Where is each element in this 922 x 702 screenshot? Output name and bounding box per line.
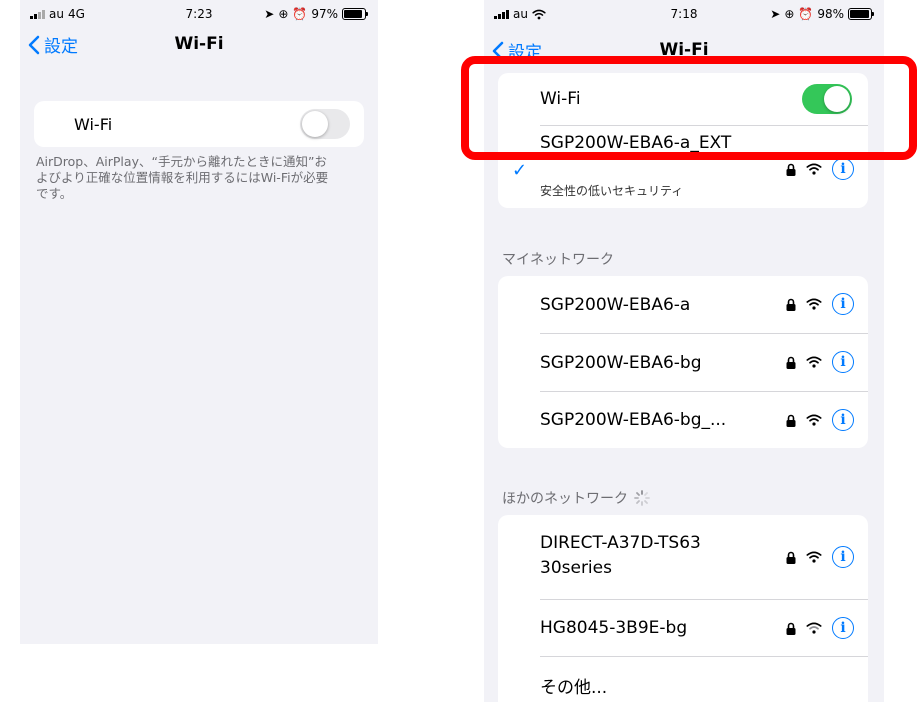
wifi-settings-screen-off: au 4G 7:23 ➤ ⊕ ⏰ 97% 設定 Wi-Fi Wi-Fi AirD… xyxy=(20,0,378,644)
toggle-knob xyxy=(824,86,850,112)
wifi-toggle-row: Wi-Fi xyxy=(34,101,364,147)
status-bar: au 7:18 ➤ ⊕ ⏰ 98% xyxy=(484,0,884,28)
spinner-icon xyxy=(634,490,650,506)
connected-security-note: 安全性の低いセキュリティ xyxy=(540,184,684,198)
battery-fill xyxy=(850,10,869,18)
orientation-lock-icon: ⊕ xyxy=(784,7,795,21)
other-network-row[interactable]: その他... xyxy=(498,657,868,702)
location-icon: ➤ xyxy=(770,7,781,21)
my-networks-card: SGP200W-EBA6-a i SGP200W-EBA6-bg i SGP20… xyxy=(498,276,868,448)
network-icons: i xyxy=(786,617,854,639)
wifi-toggle-card: Wi-Fi xyxy=(34,101,364,147)
info-icon[interactable]: i xyxy=(832,617,854,639)
my-networks-header: マイネットワーク xyxy=(502,252,614,268)
lock-icon xyxy=(786,298,796,311)
wifi-main-card: Wi-Fi ✓ SGP200W-EBA6-a_EXT 安全性の低いセキュリティ … xyxy=(498,73,868,208)
orientation-lock-icon: ⊕ xyxy=(278,7,289,21)
location-icon: ➤ xyxy=(264,7,275,21)
wifi-label: Wi-Fi xyxy=(540,89,581,109)
page-title: Wi-Fi xyxy=(659,40,709,58)
checkmark-icon: ✓ xyxy=(512,160,528,181)
network-row[interactable]: SGP200W-EBA6-a i xyxy=(498,276,868,333)
lock-icon xyxy=(786,551,796,564)
other-networks-header: ほかのネットワーク xyxy=(502,488,650,508)
other-networks-header-label: ほかのネットワーク xyxy=(502,491,628,507)
network-icons: i xyxy=(786,158,854,180)
network-name: DIRECT-A37D-TS6330series xyxy=(540,533,701,578)
wifi-icon xyxy=(806,622,822,634)
network-name: HG8045-3B9E-bg xyxy=(540,618,688,638)
wifi-label: Wi-Fi xyxy=(74,114,113,134)
network-name: SGP200W-EBA6-a xyxy=(540,294,691,315)
info-icon[interactable]: i xyxy=(832,409,854,431)
network-name: SGP200W-EBA6-bg xyxy=(540,352,702,373)
wifi-settings-screen-on: au 7:18 ➤ ⊕ ⏰ 98% 設定 Wi-Fi Wi-Fi ✓ SGP20… xyxy=(484,0,884,702)
network-icons: i xyxy=(786,293,854,315)
connected-network-name: SGP200W-EBA6-a_EXT xyxy=(540,133,732,153)
network-row[interactable]: DIRECT-A37D-TS6330series i xyxy=(498,515,868,599)
network-icons: i xyxy=(786,409,854,431)
info-icon[interactable]: i xyxy=(832,546,854,568)
wifi-icon xyxy=(806,298,822,310)
wifi-toggle[interactable] xyxy=(802,84,852,114)
info-icon[interactable]: i xyxy=(832,351,854,373)
battery-icon xyxy=(848,8,874,20)
info-icon[interactable]: i xyxy=(832,158,854,180)
alarm-icon: ⏰ xyxy=(798,7,814,21)
lock-icon xyxy=(786,622,796,635)
wifi-icon xyxy=(806,551,822,563)
lock-icon xyxy=(786,356,796,369)
lock-icon xyxy=(786,414,796,427)
wifi-icon xyxy=(806,356,822,368)
battery-icon xyxy=(342,8,368,20)
nav-bar: 設定 Wi-Fi xyxy=(484,28,884,58)
network-row[interactable]: HG8045-3B9E-bg i xyxy=(498,600,868,656)
wifi-icon xyxy=(806,163,822,175)
wifi-toggle[interactable] xyxy=(300,109,350,139)
battery-percent: 97% xyxy=(311,7,338,21)
other-networks-card: DIRECT-A37D-TS6330series i HG8045-3B9E-b… xyxy=(498,515,868,702)
network-name: SGP200W-EBA6-bg_... xyxy=(540,410,727,430)
other-network-label: その他... xyxy=(540,677,608,698)
wifi-footnote: AirDrop、AirPlay、“手元から離れたときに通知”およびより正確な位置… xyxy=(36,154,329,201)
toggle-knob xyxy=(302,111,328,137)
nav-bar: 設定 Wi-Fi xyxy=(20,28,378,64)
page-title: Wi-Fi xyxy=(174,34,224,54)
alarm-icon: ⏰ xyxy=(292,7,308,21)
wifi-toggle-row: Wi-Fi xyxy=(498,73,868,125)
lock-icon xyxy=(786,163,796,176)
network-row[interactable]: SGP200W-EBA6-bg i xyxy=(498,334,868,391)
battery-percent: 98% xyxy=(817,7,844,21)
info-icon[interactable]: i xyxy=(832,293,854,315)
network-icons: i xyxy=(786,351,854,373)
network-icons: i xyxy=(786,546,854,568)
connected-network-row[interactable]: ✓ SGP200W-EBA6-a_EXT 安全性の低いセキュリティ i xyxy=(498,126,868,208)
battery-fill xyxy=(344,10,362,18)
wifi-icon xyxy=(806,414,822,426)
network-row[interactable]: SGP200W-EBA6-bg_... i xyxy=(498,392,868,448)
status-bar: au 4G 7:23 ➤ ⊕ ⏰ 97% xyxy=(20,0,378,28)
